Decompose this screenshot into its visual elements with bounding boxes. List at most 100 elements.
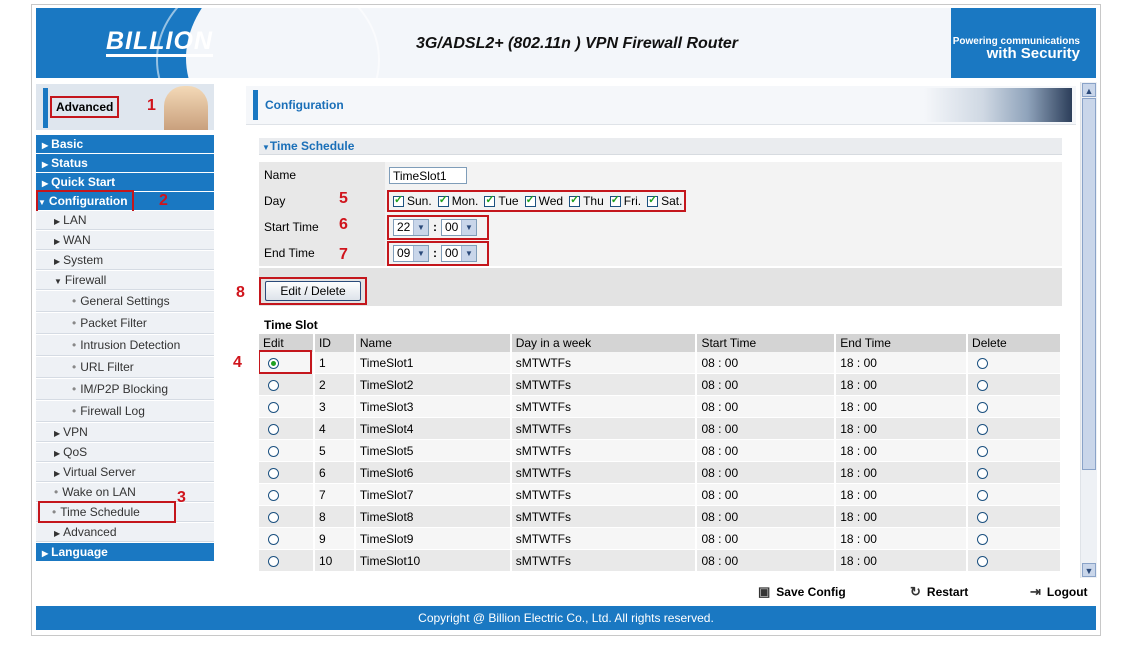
edit-delete-button[interactable]: Edit / Delete <box>265 281 361 301</box>
scroll-thumb[interactable] <box>1082 98 1096 470</box>
end-time-label: End Time <box>264 246 315 260</box>
sidebar-item-general-settings[interactable]: • General Settings <box>36 291 214 312</box>
table-row: 4 TimeSlot4 sMTWTFs 08 : 00 18 : 00 <box>259 417 1062 440</box>
end-hour-select[interactable]: 09 ▼ <box>393 244 429 262</box>
triangle-right-icon: ▶ <box>42 549 49 558</box>
footer: Copyright @ Billion Electric Co., Ltd. A… <box>36 606 1096 630</box>
annotation-6: 6 <box>339 216 348 233</box>
edit-radio[interactable] <box>268 511 279 523</box>
sidebar-item-quick-start[interactable]: ▶ Quick Start <box>36 173 214 191</box>
checkbox-checked-icon[interactable] <box>393 193 404 207</box>
name-input[interactable]: TimeSlot1 <box>389 166 467 184</box>
end-cell: 18 : 00 <box>835 527 969 550</box>
delete-cell <box>967 461 1062 484</box>
advanced-mode-link[interactable]: Advanced <box>50 96 120 118</box>
start-cell: 08 : 00 <box>696 483 837 506</box>
checkbox-checked-icon[interactable] <box>569 193 581 207</box>
edit-radio[interactable] <box>268 555 279 567</box>
day-checkbox-mon[interactable]: Mon. <box>437 193 478 208</box>
edit-radio[interactable] <box>268 489 279 501</box>
edit-radio[interactable] <box>268 467 279 479</box>
delete-radio[interactable] <box>977 401 989 413</box>
delete-radio[interactable] <box>977 357 989 369</box>
scroll-down-icon[interactable]: ▼ <box>1082 563 1096 577</box>
sidebar-item-im-p2p-blocking[interactable]: • IM/P2P Blocking <box>36 379 214 400</box>
start-minute-select[interactable]: 00 ▼ <box>441 218 477 236</box>
sidebar-item-basic[interactable]: ▶ Basic <box>36 135 214 153</box>
day-row: Day Sun. Mon. Tue Wed Thu Fri. Sat. <box>259 188 1062 215</box>
delete-radio[interactable] <box>977 445 989 457</box>
edit-radio[interactable] <box>268 379 279 391</box>
mode-bar <box>43 88 48 128</box>
chevron-down-icon[interactable]: ▼ <box>413 219 428 235</box>
day-checkbox-sun[interactable]: Sun. <box>393 193 432 208</box>
delete-radio[interactable] <box>977 467 989 479</box>
delete-cell <box>967 439 1062 462</box>
button-row: Edit / Delete <box>259 268 1062 307</box>
triangle-right-icon: ▶ <box>42 179 49 188</box>
day-checkbox-thu[interactable]: Thu <box>569 193 604 208</box>
end-time-row: End Time 09 ▼ : 00 ▼ <box>259 240 1062 267</box>
chevron-down-icon[interactable]: ▼ <box>461 219 476 235</box>
edit-radio-selected[interactable] <box>268 357 279 369</box>
logout-button[interactable]: ⇥ Logout <box>1030 584 1088 600</box>
sidebar-item-qos[interactable]: ▶ QoS <box>36 443 214 462</box>
sidebar-item-packet-filter[interactable]: • Packet Filter <box>36 313 214 334</box>
checkbox-checked-icon[interactable] <box>609 193 621 207</box>
sidebar-item-language[interactable]: ▶ Language <box>36 543 214 561</box>
vertical-scrollbar[interactable]: ▲ ▼ <box>1080 82 1097 578</box>
start-time-label: Start Time <box>264 220 319 234</box>
section-title[interactable]: ▼Time Schedule <box>259 138 1062 155</box>
sidebar-item-advanced[interactable]: ▶ Advanced <box>36 523 214 542</box>
name-cell: TimeSlot10 <box>354 549 512 572</box>
sidebar-item-lan[interactable]: ▶ LAN <box>36 211 214 230</box>
table-row: 8 TimeSlot8 sMTWTFs 08 : 00 18 : 00 <box>259 505 1062 528</box>
sidebar-item-time-schedule[interactable]: • Time Schedule <box>36 501 214 523</box>
save-config-button[interactable]: ▣ Save Config <box>758 584 846 600</box>
checkbox-checked-icon[interactable] <box>647 193 659 207</box>
edit-radio[interactable] <box>268 445 279 457</box>
chevron-down-icon[interactable]: ▼ <box>461 245 476 261</box>
sidebar-item-url-filter[interactable]: • URL Filter <box>36 357 214 378</box>
start-hour-select[interactable]: 22 ▼ <box>393 218 429 236</box>
sidebar-item-status[interactable]: ▶ Status <box>36 154 214 172</box>
sidebar-item-label: VPN <box>63 425 88 439</box>
end-minute-select[interactable]: 00 ▼ <box>441 244 477 262</box>
checkbox-checked-icon[interactable] <box>524 193 536 207</box>
sidebar-item-firewall-log[interactable]: • Firewall Log <box>36 401 214 422</box>
delete-radio[interactable] <box>977 511 989 523</box>
scroll-up-icon[interactable]: ▲ <box>1082 83 1096 97</box>
sidebar-item-configuration[interactable]: ▼ Configuration <box>36 190 214 214</box>
annotation-5: 5 <box>339 190 348 207</box>
edit-radio[interactable] <box>268 423 279 435</box>
sidebar-item-intrusion-detection[interactable]: • Intrusion Detection <box>36 335 214 356</box>
copyright-text: Copyright @ Billion Electric Co., Ltd. A… <box>418 611 714 625</box>
checkbox-checked-icon[interactable] <box>484 193 496 207</box>
edit-radio[interactable] <box>268 533 279 545</box>
avatar-image <box>164 86 208 130</box>
restart-button[interactable]: ↻ Restart <box>910 584 968 600</box>
delete-radio[interactable] <box>977 489 989 501</box>
chevron-down-icon[interactable]: ▼ <box>413 245 428 261</box>
sidebar-item-firewall[interactable]: ▼ Firewall <box>36 271 214 290</box>
delete-radio[interactable] <box>977 533 989 545</box>
sidebar-item-wake-on-lan[interactable]: • Wake on LAN <box>36 483 214 502</box>
day-checkbox-wed[interactable]: Wed <box>524 193 563 208</box>
day-checkbox-sat[interactable]: Sat. <box>647 193 682 208</box>
start-cell: 08 : 00 <box>696 461 837 484</box>
end-cell: 18 : 00 <box>835 352 969 374</box>
day-checkbox-tue[interactable]: Tue <box>484 193 519 208</box>
day-checkbox-fri[interactable]: Fri. <box>609 193 641 208</box>
sidebar-item-wan[interactable]: ▶ WAN <box>36 231 214 250</box>
sidebar-item-label: QoS <box>63 445 88 459</box>
sidebar-item-virtual-server[interactable]: ▶ Virtual Server <box>36 463 214 482</box>
sidebar-item-vpn[interactable]: ▶ VPN <box>36 423 214 442</box>
checkbox-checked-icon[interactable] <box>437 193 449 207</box>
edit-radio[interactable] <box>268 401 279 413</box>
days-cell: sMTWTFs <box>510 505 698 528</box>
start-time-cell: 22 ▼ : 00 ▼ <box>385 214 1062 240</box>
sidebar-item-system[interactable]: ▶ System <box>36 251 214 270</box>
delete-radio[interactable] <box>977 555 989 567</box>
delete-radio[interactable] <box>977 423 989 435</box>
delete-radio[interactable] <box>977 379 989 391</box>
